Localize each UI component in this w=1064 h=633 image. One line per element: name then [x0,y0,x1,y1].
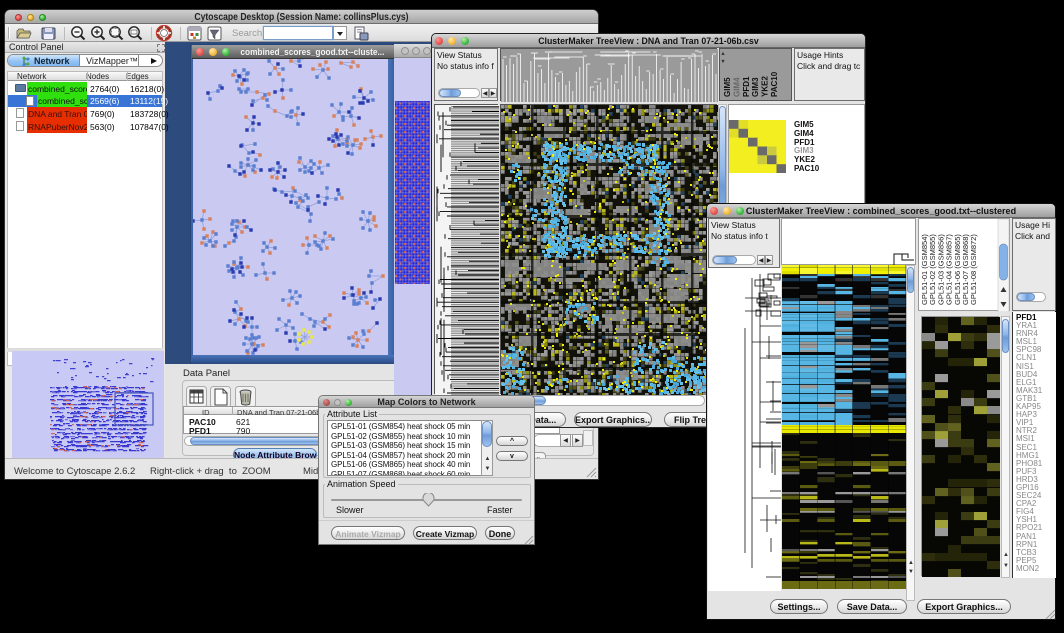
svg-text:GIM3: GIM3 [751,77,760,97]
svg-text:GPL51-08 (GSM872): GPL51-08 (GSM872) [969,234,978,305]
svg-text:GIM4: GIM4 [732,77,741,97]
svg-text:YKE2: YKE2 [761,76,770,97]
svg-text:PFD1: PFD1 [742,76,751,97]
svg-text:PAC10: PAC10 [770,71,779,97]
svg-text:GIM5: GIM5 [723,77,732,97]
